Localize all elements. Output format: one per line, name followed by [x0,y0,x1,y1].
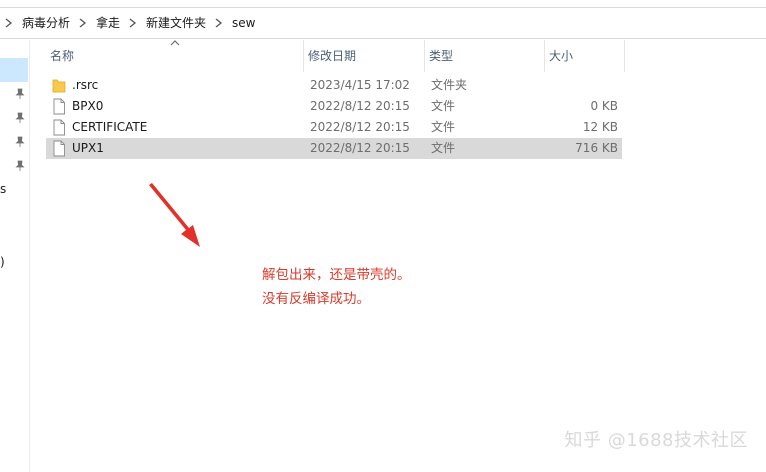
chevron-right-icon[interactable] [0,8,18,38]
column-header-row: 名称 修改日期 类型 大小 [46,40,626,72]
file-name: BPX0 [72,99,104,113]
nav-selected-item[interactable] [0,58,28,82]
breadcrumb-item-virus-analysis[interactable]: 病毒分析 [18,8,74,38]
file-name: UPX1 [72,141,104,155]
file-name: CERTIFICATE [72,120,148,134]
annotation-arrow-icon [149,183,200,247]
column-header-name[interactable]: 名称 [46,40,304,72]
file-icon [52,119,66,136]
file-date: 2022/8/12 20:15 [310,120,410,134]
file-size: 12 KB [582,120,618,134]
file-icon [52,140,66,157]
annotation-note-line1: 解包出来，还是带壳的。 [262,267,411,283]
address-bar[interactable]: 病毒分析 拿走 新建文件夹 sew [0,7,766,39]
pin-icon[interactable] [14,160,26,172]
pin-icon[interactable] [14,88,26,100]
watermark: 知乎 @1688技术社区 [564,430,748,451]
file-row-rsrc[interactable]: .rsrc 2023/4/15 17:02 文件夹 [46,75,622,96]
breadcrumb-item-sew[interactable]: sew [228,8,259,38]
file-date: 2023/4/15 17:02 [310,78,410,92]
file-type: 文件 [431,120,456,134]
annotation-note-line2: 没有反编译成功。 [262,291,370,307]
file-size: 0 KB [590,99,618,113]
file-list: .rsrc 2023/4/15 17:02 文件夹 BPX0 2022/8/12… [46,75,626,159]
file-icon [52,98,66,115]
file-date: 2022/8/12 20:15 [310,99,410,113]
breadcrumb: 病毒分析 拿走 新建文件夹 sew [0,8,260,38]
file-size [546,75,618,96]
column-header-date[interactable]: 修改日期 [304,40,425,72]
nav-item-label[interactable]: ) [0,255,5,269]
file-name: .rsrc [72,78,99,92]
file-size: 716 KB [575,141,618,155]
file-row-certificate[interactable]: CERTIFICATE 2022/8/12 20:15 文件 12 KB [46,117,622,138]
file-row-bpx0[interactable]: BPX0 2022/8/12 20:15 文件 0 KB [46,96,622,117]
breadcrumb-item-new-folder[interactable]: 新建文件夹 [142,8,210,38]
chevron-right-icon[interactable] [210,8,228,38]
file-type: 文件 [431,99,456,113]
file-date: 2022/8/12 20:15 [310,141,410,155]
folder-icon [52,77,66,94]
breadcrumb-item-take[interactable]: 拿走 [92,8,124,38]
nav-item-label[interactable]: s [0,182,6,196]
chevron-right-icon[interactable] [124,8,142,38]
file-row-upx1[interactable]: UPX1 2022/8/12 20:15 文件 716 KB [46,138,622,159]
pin-icon[interactable] [14,112,26,124]
pin-icon[interactable] [14,136,26,148]
column-header-type[interactable]: 类型 [425,40,545,72]
column-header-size[interactable]: 大小 [545,40,625,72]
file-type: 文件 [431,141,456,155]
navigation-pane[interactable]: s ) [0,40,30,472]
file-type: 文件夹 [431,78,468,92]
chevron-right-icon[interactable] [74,8,92,38]
